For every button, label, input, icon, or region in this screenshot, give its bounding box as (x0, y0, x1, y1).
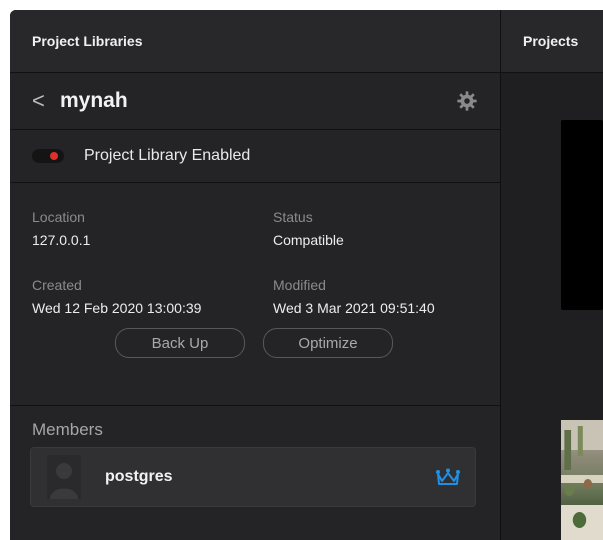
enabled-status-dot (50, 152, 58, 160)
library-titlebar: < mynah (10, 73, 500, 130)
location-field: Location 127.0.0.1 (32, 209, 90, 248)
created-field: Created Wed 12 Feb 2020 13:00:39 (32, 277, 201, 316)
projects-title: Projects (523, 33, 579, 49)
member-name: postgres (105, 468, 173, 485)
modified-field: Modified Wed 3 Mar 2021 09:51:40 (273, 277, 435, 316)
crown-icon (436, 468, 460, 485)
status-value: Compatible (273, 232, 344, 248)
location-label: Location (32, 209, 85, 225)
status-label: Status (273, 209, 313, 225)
library-info: Location 127.0.0.1 Status Compatible Cre… (10, 183, 500, 406)
panel-title: Project Libraries (32, 33, 143, 49)
project-thumbnail-image[interactable] (561, 420, 603, 540)
gear-icon[interactable] (456, 90, 478, 112)
back-button[interactable]: < (32, 88, 60, 114)
optimize-button[interactable]: Optimize (263, 328, 393, 358)
library-enabled-row: Project Library Enabled (10, 130, 500, 183)
modified-label: Modified (273, 277, 326, 293)
app-window: Project Libraries < mynah Project Librar… (10, 10, 603, 540)
projects-header: Projects (501, 10, 603, 73)
created-value: Wed 12 Feb 2020 13:00:39 (32, 300, 202, 316)
members-heading: Members (32, 420, 103, 439)
library-enabled-label: Project Library Enabled (84, 147, 251, 164)
location-value: 127.0.0.1 (32, 232, 91, 248)
modified-value: Wed 3 Mar 2021 09:51:40 (273, 300, 435, 316)
project-libraries-panel: Project Libraries < mynah Project Librar… (10, 10, 501, 540)
library-name: mynah (60, 89, 128, 112)
panel-header: Project Libraries (10, 10, 500, 73)
projects-panel: Projects (501, 10, 603, 540)
user-avatar-icon (47, 455, 81, 499)
member-row[interactable]: postgres (30, 447, 476, 507)
status-field: Status Compatible (273, 209, 344, 248)
created-label: Created (32, 277, 82, 293)
backup-button[interactable]: Back Up (115, 328, 245, 358)
library-enabled-toggle[interactable] (32, 149, 64, 163)
project-thumbnail[interactable] (561, 120, 603, 310)
